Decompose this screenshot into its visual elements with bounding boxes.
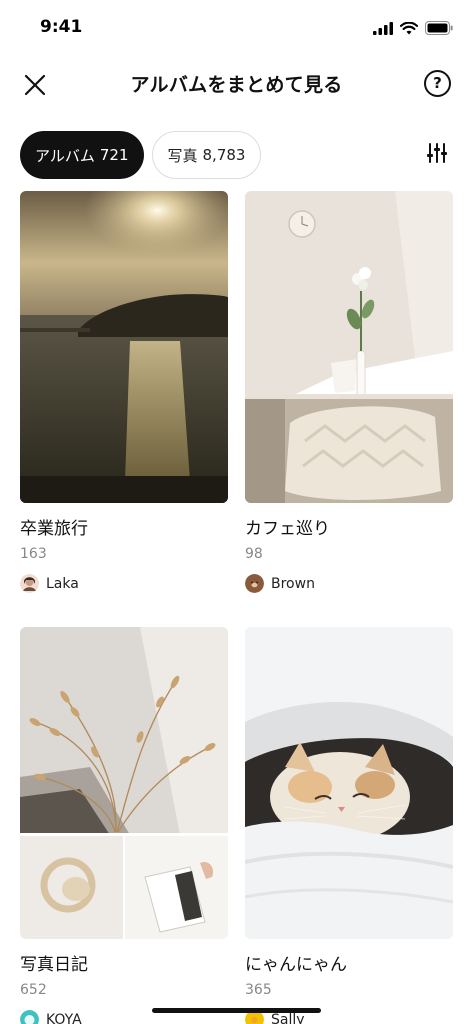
album-title: 写真日記 bbox=[20, 955, 88, 975]
album-cover-image[interactable] bbox=[245, 627, 453, 939]
owner-name: Brown bbox=[271, 575, 315, 592]
cellular-signal-icon bbox=[373, 21, 393, 35]
sleeping-cat-photo bbox=[245, 627, 453, 939]
album-title: 卒業旅行 bbox=[20, 519, 88, 539]
status-icons bbox=[373, 20, 453, 36]
filter-sliders-icon bbox=[427, 143, 447, 163]
album-cover-image[interactable] bbox=[20, 191, 228, 503]
home-indicator[interactable] bbox=[152, 1008, 321, 1013]
album-card[interactable]: カフェ巡り 98 Brown bbox=[245, 191, 453, 593]
owner-name: Laka bbox=[46, 575, 79, 592]
sunset-sea-photo bbox=[20, 191, 228, 503]
avatar bbox=[20, 574, 39, 593]
avatar bbox=[20, 1010, 39, 1024]
cafe-interior-photo bbox=[245, 191, 453, 503]
tab-bar: アルバム 721 写真 8,783 bbox=[20, 131, 262, 181]
avatar bbox=[245, 574, 264, 593]
help-icon[interactable]: ? bbox=[424, 70, 451, 97]
owner-name: Sally bbox=[271, 1011, 305, 1024]
album-title: カフェ巡り bbox=[245, 519, 330, 539]
album-photo-count: 652 bbox=[20, 982, 47, 998]
status-bar: 9:41 bbox=[0, 0, 473, 56]
album-title: にゃんにゃん bbox=[245, 955, 347, 975]
wifi-icon bbox=[400, 21, 418, 34]
album-photo-count: 163 bbox=[20, 546, 47, 562]
tab-photos-label: 写真 bbox=[167, 146, 198, 165]
album-card[interactable]: 卒業旅行 163 Laka bbox=[20, 191, 228, 593]
dried-flowers-collage-photo bbox=[20, 627, 228, 939]
tab-albums[interactable]: アルバム 721 bbox=[20, 131, 144, 179]
tab-albums-count: 721 bbox=[99, 146, 129, 164]
album-owner[interactable]: KOYA bbox=[20, 1010, 82, 1024]
tab-albums-label: アルバム bbox=[35, 146, 95, 165]
album-cover-image[interactable] bbox=[245, 191, 453, 503]
album-cover-image[interactable] bbox=[20, 627, 228, 939]
tab-photos-count: 8,783 bbox=[202, 146, 246, 164]
album-card[interactable]: にゃんにゃん 365 Sally bbox=[245, 627, 453, 1024]
album-photo-count: 365 bbox=[245, 982, 272, 998]
header: アルバムをまとめて見る ? bbox=[0, 58, 473, 110]
filter-button[interactable] bbox=[425, 141, 449, 165]
owner-name: KOYA bbox=[46, 1011, 82, 1024]
battery-icon bbox=[425, 21, 453, 35]
album-owner[interactable]: Brown bbox=[245, 574, 315, 593]
album-card[interactable]: 写真日記 652 KOYA bbox=[20, 627, 228, 1024]
page-title: アルバムをまとめて見る bbox=[130, 74, 343, 96]
album-owner[interactable]: Laka bbox=[20, 574, 79, 593]
tab-photos[interactable]: 写真 8,783 bbox=[151, 131, 262, 179]
status-time: 9:41 bbox=[40, 17, 83, 37]
album-photo-count: 98 bbox=[245, 546, 263, 562]
